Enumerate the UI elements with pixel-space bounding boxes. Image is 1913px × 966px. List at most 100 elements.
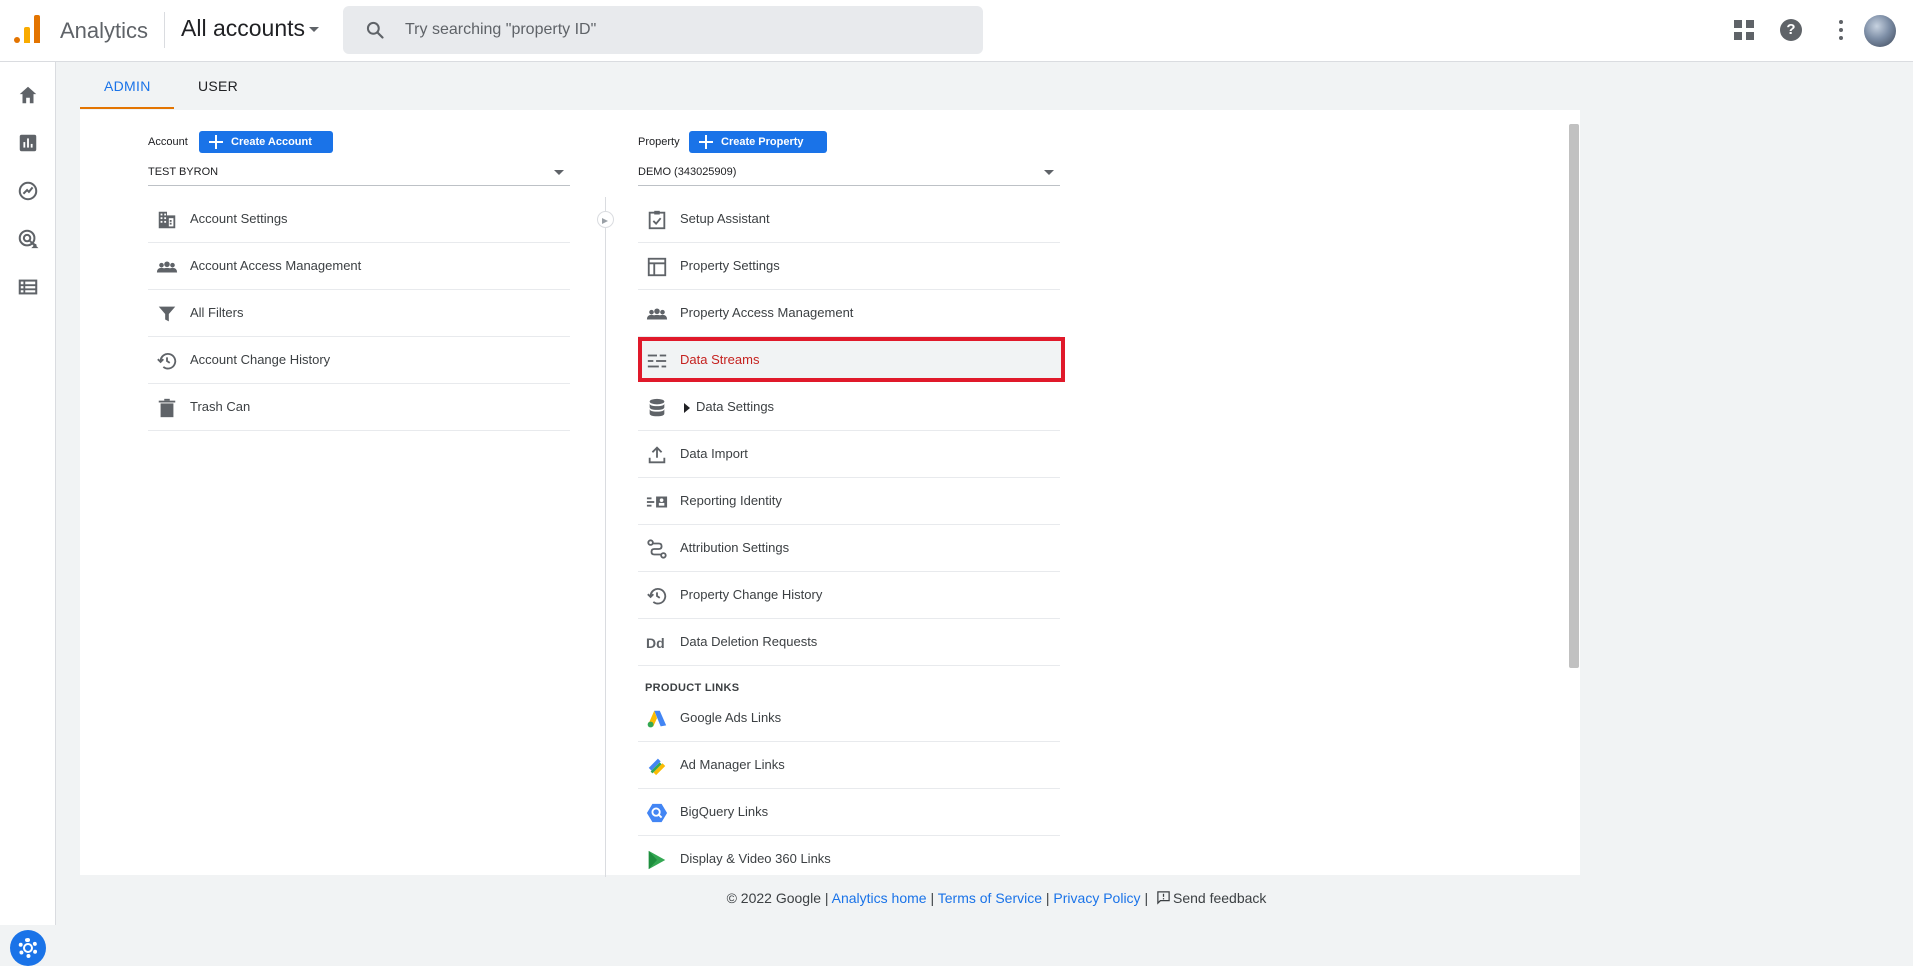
help-icon[interactable]: ? [1780, 19, 1802, 41]
menu-item-label: Data Settings [696, 399, 775, 414]
create-account-label: Create Account [231, 136, 312, 148]
footer-separator: | [1045, 890, 1050, 906]
account-selector-value: TEST BYRON [148, 166, 219, 178]
display-video-360-links-item[interactable]: Display & Video 360 Links [638, 836, 1060, 883]
menu-item-label: Data Deletion Requests [680, 634, 818, 649]
scrollbar[interactable] [1569, 124, 1579, 668]
account-change-history-item[interactable]: Account Change History [148, 337, 570, 384]
caret-down-icon [309, 27, 320, 33]
admin-tabs: ADMIN USER [80, 62, 1580, 110]
menu-item-label: Account Settings [190, 211, 288, 226]
footer-separator: | [1144, 890, 1149, 906]
building-icon [158, 211, 176, 229]
apps-grid-icon[interactable] [1732, 18, 1756, 42]
reporting-identity-item[interactable]: Reporting Identity [638, 478, 1060, 525]
menu-item-label: Reporting Identity [680, 493, 782, 508]
arrow-right-icon [597, 211, 614, 228]
property-selector[interactable]: DEMO (343025909) [638, 162, 1060, 186]
attribution-settings-item[interactable]: Attribution Settings [638, 525, 1060, 572]
product-links-heading: PRODUCT LINKS [645, 682, 740, 694]
layout-icon [647, 257, 667, 277]
tab-user[interactable]: USER [198, 78, 238, 94]
ad-manager-icon [648, 758, 666, 776]
send-feedback-button[interactable]: Send feedback [1152, 890, 1266, 906]
trash-can-item[interactable]: Trash Can [148, 384, 570, 431]
app-name: Analytics [60, 18, 149, 43]
plus-icon [699, 135, 713, 149]
search-box[interactable] [343, 6, 983, 54]
upload-icon [648, 446, 666, 464]
account-label: Account [148, 136, 188, 148]
analytics-home-link[interactable]: Analytics home [832, 890, 927, 906]
explore-icon[interactable] [17, 180, 39, 202]
property-settings-item[interactable]: Property Settings [638, 243, 1060, 290]
footer-separator: | [930, 890, 935, 906]
attribution-icon [647, 539, 667, 559]
analytics-logo-icon[interactable] [14, 15, 42, 43]
data-streams-item[interactable]: Data Streams [638, 337, 1065, 382]
more-vert-icon[interactable] [1829, 18, 1853, 42]
all-filters-item[interactable]: All Filters [148, 290, 570, 337]
privacy-policy-link[interactable]: Privacy Policy [1053, 890, 1140, 906]
ad-manager-links-item[interactable]: Ad Manager Links [638, 742, 1060, 789]
property-selector-value: DEMO (343025909) [638, 166, 737, 178]
configure-icon[interactable] [17, 276, 39, 298]
left-nav [0, 62, 56, 966]
menu-item-label: All Filters [190, 305, 244, 320]
dd-icon: Dd [646, 635, 665, 651]
bigquery-icon [646, 803, 668, 823]
dropdown-arrow-icon [1044, 170, 1054, 175]
copyright-text: © 2022 Google | [726, 890, 829, 906]
people-icon [646, 308, 668, 320]
filter-icon [158, 306, 176, 322]
history-icon [647, 587, 667, 605]
menu-item-label: Property Access Management [680, 305, 854, 320]
bigquery-links-item[interactable]: BigQuery Links [638, 789, 1060, 836]
search-input[interactable] [405, 6, 965, 54]
account-selector[interactable]: TEST BYRON [148, 162, 570, 186]
expand-arrow-icon[interactable] [684, 403, 690, 413]
dropdown-arrow-icon [554, 170, 564, 175]
history-icon [157, 352, 177, 370]
admin-gear-button[interactable] [10, 930, 46, 966]
terms-of-service-link[interactable]: Terms of Service [938, 890, 1042, 906]
data-import-item[interactable]: Data Import [638, 431, 1060, 478]
menu-item-label: Property Change History [680, 587, 823, 602]
create-property-button[interactable]: Create Property [689, 131, 827, 153]
google-ads-links-item[interactable]: Google Ads Links [638, 695, 1060, 742]
checklist-icon [648, 210, 666, 230]
tab-admin[interactable]: ADMIN [104, 78, 151, 94]
avatar[interactable] [1864, 15, 1896, 47]
setup-assistant-item[interactable]: Setup Assistant [638, 196, 1060, 243]
menu-item-label: Data Streams [680, 352, 760, 367]
menu-item-label: Ad Manager Links [680, 757, 785, 772]
column-divider [605, 197, 606, 877]
search-icon [366, 21, 384, 39]
menu-item-label: Google Ads Links [680, 710, 782, 725]
account-access-management-item[interactable]: Account Access Management [148, 243, 570, 290]
property-change-history-item[interactable]: Property Change History [638, 572, 1060, 619]
divider [164, 12, 165, 48]
send-feedback-label: Send feedback [1172, 890, 1267, 906]
streams-icon [647, 354, 667, 368]
data-deletion-requests-item[interactable]: Dd Data Deletion Requests [638, 619, 1060, 666]
identity-icon [646, 496, 668, 508]
google-ads-icon [647, 710, 667, 728]
advertising-icon[interactable] [17, 228, 39, 250]
reports-icon[interactable] [17, 132, 39, 154]
menu-item-label: Trash Can [190, 399, 251, 414]
top-bar: Analytics All accounts ? [0, 0, 1913, 62]
create-account-button[interactable]: Create Account [199, 131, 333, 153]
menu-item-label: BigQuery Links [680, 804, 769, 819]
account-picker[interactable]: All accounts [181, 15, 320, 42]
account-settings-item[interactable]: Account Settings [148, 196, 570, 243]
database-icon [649, 398, 665, 417]
data-settings-item[interactable]: Data Settings [638, 384, 1060, 431]
property-access-management-item[interactable]: Property Access Management [638, 290, 1060, 337]
feedback-icon [1157, 891, 1170, 905]
home-icon[interactable] [17, 84, 39, 106]
menu-item-label: Account Change History [190, 352, 331, 367]
footer: © 2022 Google | Analytics home | Terms o… [0, 890, 1913, 906]
menu-item-label: Display & Video 360 Links [680, 851, 831, 866]
plus-icon [209, 135, 223, 149]
